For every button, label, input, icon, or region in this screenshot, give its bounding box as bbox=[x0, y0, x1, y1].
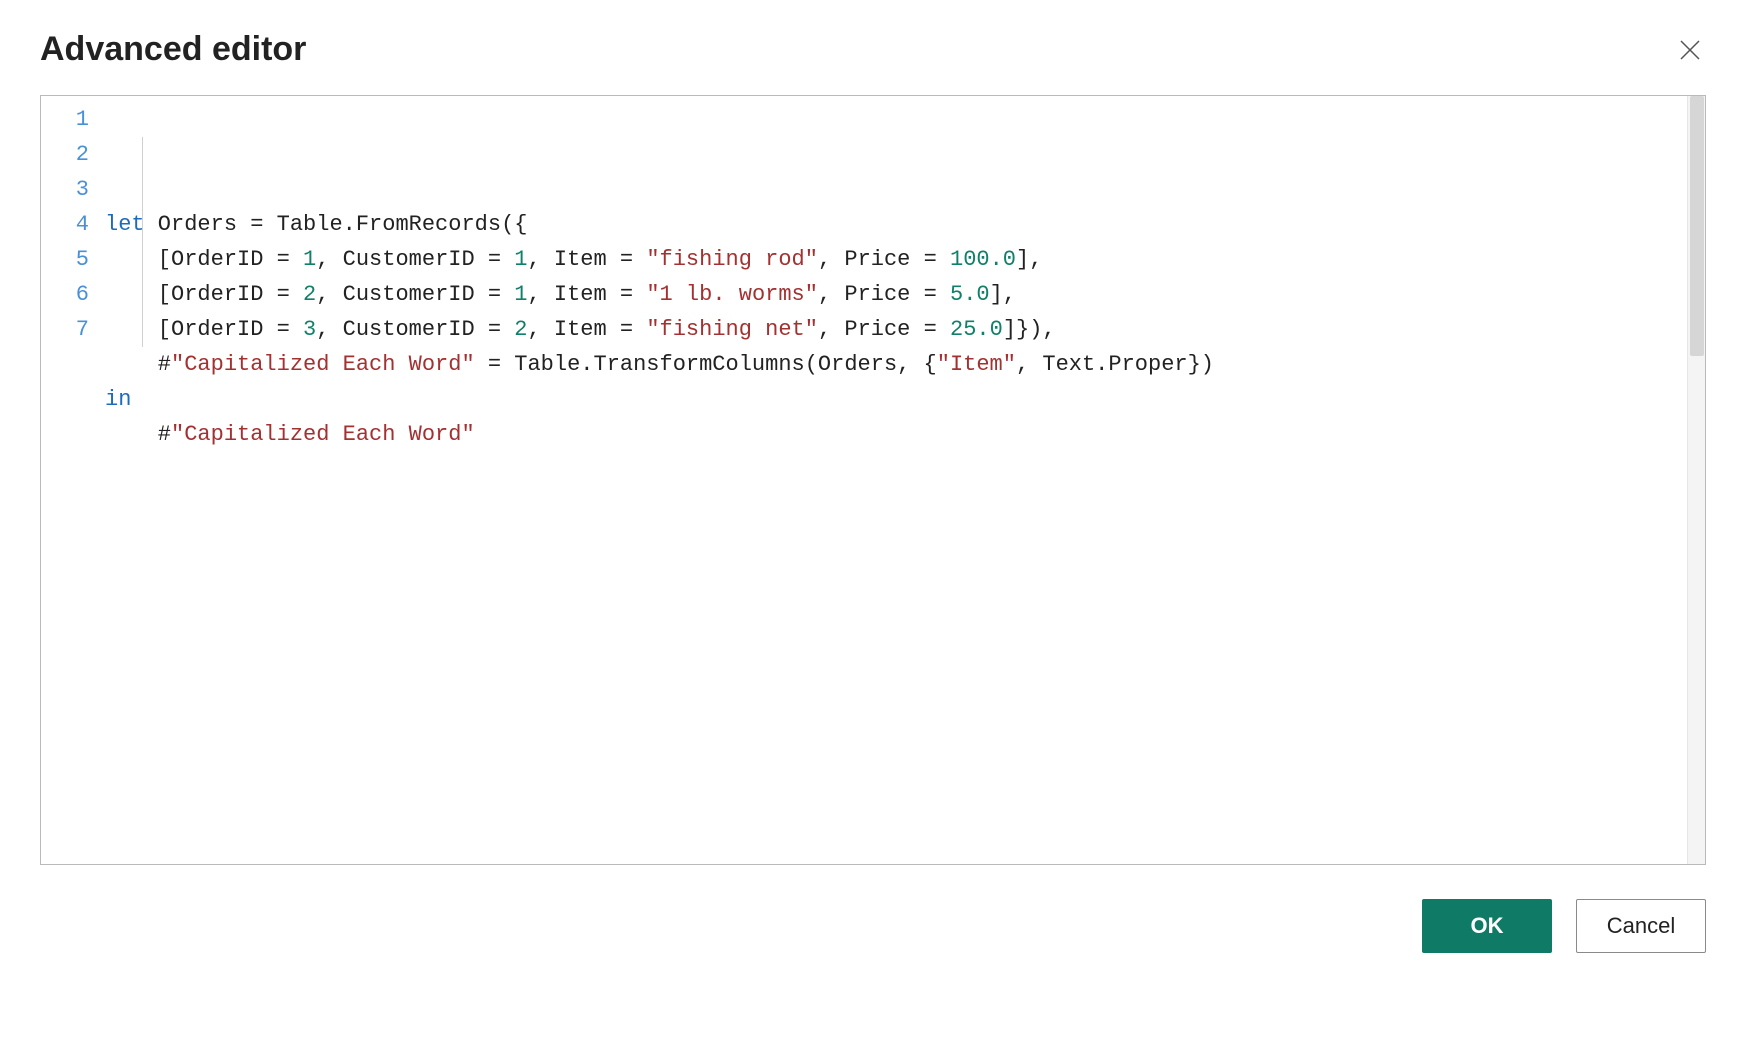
cancel-button[interactable]: Cancel bbox=[1576, 899, 1706, 953]
advanced-editor-dialog: Advanced editor 1234567 let Orders = Tab… bbox=[0, 0, 1746, 1053]
code-line: let Orders = Table.FromRecords({ bbox=[105, 207, 1705, 242]
scrollbar-vertical[interactable] bbox=[1687, 96, 1705, 864]
code-line: #"Capitalized Each Word" = Table.Transfo… bbox=[105, 347, 1705, 382]
line-number: 5 bbox=[41, 242, 89, 277]
line-number: 7 bbox=[41, 312, 89, 347]
line-number: 2 bbox=[41, 137, 89, 172]
dialog-header: Advanced editor bbox=[40, 30, 1706, 69]
ok-button[interactable]: OK bbox=[1422, 899, 1552, 953]
code-area[interactable]: let Orders = Table.FromRecords({ [OrderI… bbox=[99, 96, 1705, 864]
code-line: #"Capitalized Each Word" bbox=[105, 417, 1705, 452]
line-number: 3 bbox=[41, 172, 89, 207]
dialog-footer: OK Cancel bbox=[40, 899, 1706, 953]
line-number-gutter: 1234567 bbox=[41, 96, 99, 864]
line-number: 4 bbox=[41, 207, 89, 242]
scrollbar-thumb[interactable] bbox=[1690, 96, 1704, 356]
code-line: [OrderID = 3, CustomerID = 2, Item = "fi… bbox=[105, 312, 1705, 347]
dialog-title: Advanced editor bbox=[40, 30, 306, 69]
line-number: 6 bbox=[41, 277, 89, 312]
indent-guide bbox=[142, 137, 143, 347]
code-line: in bbox=[105, 382, 1705, 417]
close-icon[interactable] bbox=[1674, 34, 1706, 66]
line-number: 1 bbox=[41, 102, 89, 137]
code-editor[interactable]: 1234567 let Orders = Table.FromRecords({… bbox=[40, 95, 1706, 865]
code-line: [OrderID = 2, CustomerID = 1, Item = "1 … bbox=[105, 277, 1705, 312]
code-line: [OrderID = 1, CustomerID = 1, Item = "fi… bbox=[105, 242, 1705, 277]
